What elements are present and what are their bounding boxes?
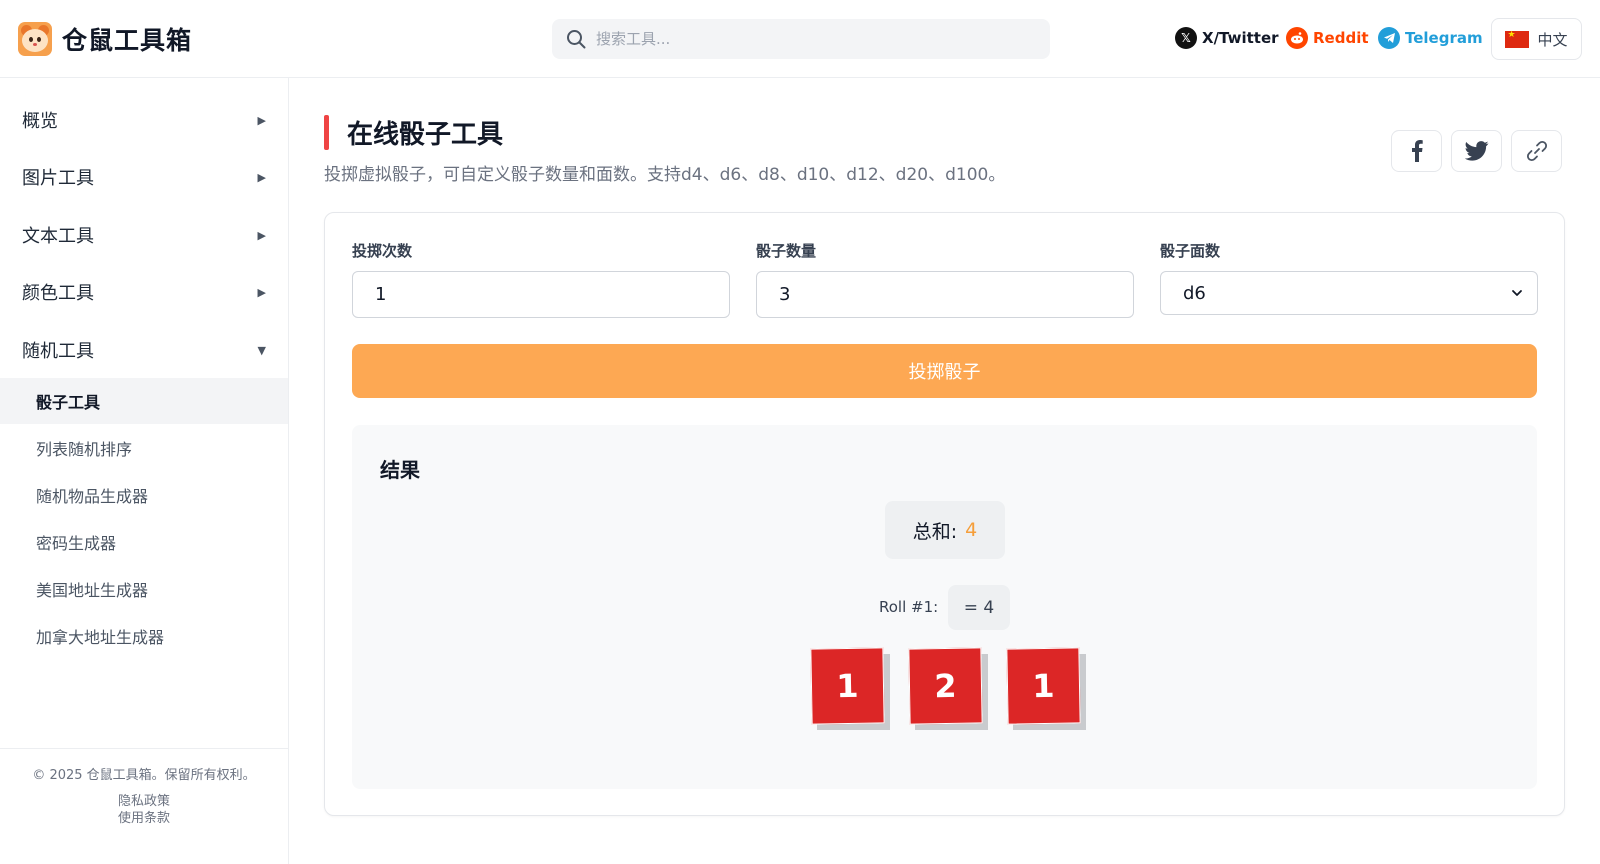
triangle-down-icon: ▼ (257, 343, 266, 357)
roll-total: = 4 (948, 585, 1010, 630)
link-icon (1526, 140, 1547, 162)
china-flag-icon (1505, 30, 1530, 48)
triangle-right-icon: ▶ (257, 170, 266, 184)
roll-dice-button[interactable]: 投掷骰子 (352, 344, 1537, 398)
dice-count-input[interactable]: 3 (756, 271, 1134, 318)
sidebar-item-label: 概览 (22, 111, 58, 132)
sidebar-item-label: 图片工具 (22, 168, 94, 189)
sum-value: 4 (965, 519, 978, 541)
sidebar-item-text-tools[interactable]: 文本工具 ▶ (0, 211, 288, 259)
twitter-bird-icon (1464, 141, 1488, 161)
reddit-icon (1286, 27, 1308, 49)
reddit-label: Reddit (1313, 29, 1369, 47)
sidebar-subitem-us-address[interactable]: 美国地址生成器 (0, 566, 288, 612)
rolls-label: 投掷次数 (352, 242, 413, 260)
sum-display: 总和: 4 (885, 501, 1005, 559)
sidebar-footer: © 2025 仓鼠工具箱。保留所有权利。 隐私政策 使用条款 (0, 748, 288, 827)
privacy-link[interactable]: 隐私政策 (0, 793, 288, 810)
result-title: 结果 (380, 458, 420, 482)
search-icon (567, 30, 586, 49)
sidebar-item-color-tools[interactable]: 颜色工具 ▶ (0, 268, 288, 316)
telegram-icon (1378, 27, 1400, 49)
hamster-logo-icon (18, 22, 52, 56)
sidebar-subitem-ca-address[interactable]: 加拿大地址生成器 (0, 613, 288, 659)
rolls-input[interactable]: 1 (352, 271, 730, 318)
page-title: 在线骰子工具 (347, 120, 504, 150)
sum-label: 总和: (912, 520, 958, 543)
roll-number-label: Roll #1: (879, 598, 939, 616)
sidebar-item-random-tools[interactable]: 随机工具 ▼ (0, 326, 288, 374)
dice-sides-label: 骰子面数 (1160, 242, 1221, 260)
sidebar-item-label: 文本工具 (22, 226, 94, 247)
dice-sides-select[interactable]: d6 (1160, 271, 1538, 315)
twitter-label: X/Twitter (1202, 29, 1279, 47)
die-result: 1 (1006, 647, 1086, 730)
language-selector[interactable]: 中文 (1491, 18, 1582, 60)
result-panel (352, 425, 1537, 789)
triangle-right-icon: ▶ (257, 285, 266, 299)
reddit-link[interactable]: Reddit (1286, 27, 1369, 49)
sidebar-item-label: 随机工具 (22, 341, 94, 362)
share-twitter-button[interactable] (1451, 130, 1502, 172)
triangle-right-icon: ▶ (257, 113, 266, 127)
sidebar-subitem-dice[interactable]: 骰子工具 (0, 378, 288, 424)
twitter-link[interactable]: 𝕏 X/Twitter (1175, 27, 1279, 49)
die-value: 2 (908, 647, 983, 725)
sidebar-item-label: 颜色工具 (22, 283, 94, 304)
die-result: 1 (810, 647, 890, 730)
x-twitter-icon: 𝕏 (1175, 27, 1197, 49)
chevron-down-icon (1512, 290, 1522, 296)
search-box (552, 19, 1050, 59)
terms-link[interactable]: 使用条款 (0, 810, 288, 827)
sidebar-item-image-tools[interactable]: 图片工具 ▶ (0, 153, 288, 201)
copy-link-button[interactable] (1511, 130, 1562, 172)
share-facebook-button[interactable] (1391, 130, 1442, 172)
dice-count-label: 骰子数量 (756, 242, 817, 260)
sidebar-subitem-random-item[interactable]: 随机物品生成器 (0, 472, 288, 518)
app-logo[interactable]: 仓鼠工具箱 (18, 21, 192, 57)
die-value: 1 (810, 647, 885, 725)
sidebar-item-overview[interactable]: 概览 ▶ (0, 96, 288, 144)
copyright-text: © 2025 仓鼠工具箱。保留所有权利。 (32, 768, 256, 783)
language-label: 中文 (1537, 30, 1568, 49)
sidebar-subitem-list-shuffle[interactable]: 列表随机排序 (0, 425, 288, 471)
die-result: 2 (908, 647, 988, 730)
telegram-label: Telegram (1405, 29, 1483, 47)
sidebar: 概览 ▶ 图片工具 ▶ 文本工具 ▶ 颜色工具 ▶ 随机工具 ▼ 骰子工具 列表… (0, 78, 289, 864)
sidebar-subitem-password[interactable]: 密码生成器 (0, 519, 288, 565)
facebook-icon (1411, 140, 1423, 162)
search-input[interactable] (596, 30, 1016, 48)
triangle-right-icon: ▶ (257, 228, 266, 242)
dice-sides-value: d6 (1183, 282, 1206, 304)
title-accent-bar (324, 115, 329, 150)
app-title: 仓鼠工具箱 (62, 26, 193, 55)
telegram-link[interactable]: Telegram (1378, 27, 1483, 49)
page-description: 投掷虚拟骰子，可自定义骰子数量和面数。支持d4、d6、d8、d10、d12、d2… (324, 165, 1006, 185)
die-value: 1 (1006, 647, 1081, 725)
top-header: 仓鼠工具箱 𝕏 X/Twitter Reddit Telegram 中文 (0, 0, 1600, 78)
